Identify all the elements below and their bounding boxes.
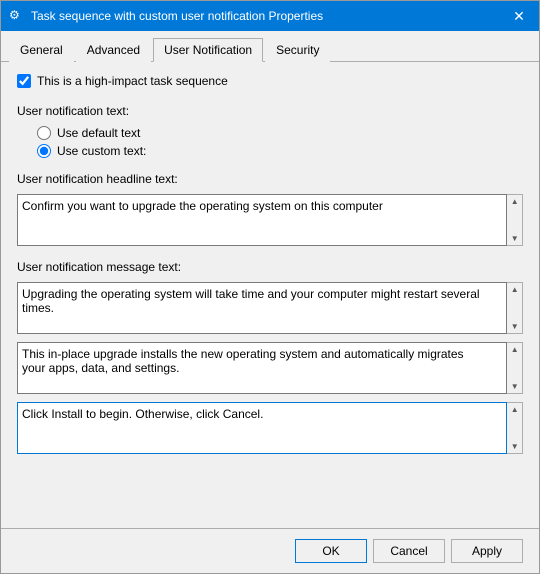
tab-general[interactable]: General <box>9 38 74 62</box>
message-scroll-down-2[interactable]: ▼ <box>511 382 519 391</box>
footer: OK Cancel Apply <box>1 528 539 573</box>
message-scrollbar-2[interactable]: ▲ ▼ <box>507 342 523 394</box>
radio-custom-text[interactable] <box>37 144 51 158</box>
message-scroll-up-2[interactable]: ▲ <box>511 345 519 354</box>
title-bar-text: Task sequence with custom user notificat… <box>31 9 323 23</box>
radio-custom-text-label: Use custom text: <box>57 144 146 158</box>
message-textarea-wrapper-3: ▲ ▼ <box>17 402 523 454</box>
title-bar: ⚙ Task sequence with custom user notific… <box>1 1 539 31</box>
radio-default-text[interactable] <box>37 126 51 140</box>
dialog: ⚙ Task sequence with custom user notific… <box>0 0 540 574</box>
title-bar-left: ⚙ Task sequence with custom user notific… <box>9 8 323 24</box>
message-textarea-2[interactable] <box>17 342 507 394</box>
message-scroll-up-3[interactable]: ▲ <box>511 405 519 414</box>
message-scroll-down-1[interactable]: ▼ <box>511 322 519 331</box>
message-textarea-wrapper-1: ▲ ▼ <box>17 282 523 334</box>
message-text-label: User notification message text: <box>17 260 523 274</box>
close-button[interactable]: ✕ <box>507 6 531 26</box>
radio-custom-text-row: Use custom text: <box>37 144 523 158</box>
headline-textarea[interactable] <box>17 194 507 246</box>
message-scrollbar-3[interactable]: ▲ ▼ <box>507 402 523 454</box>
high-impact-label: This is a high-impact task sequence <box>37 74 228 88</box>
radio-group: Use default text Use custom text: <box>17 126 523 158</box>
apply-button[interactable]: Apply <box>451 539 523 563</box>
content-area: This is a high-impact task sequence User… <box>1 62 539 528</box>
headline-textarea-wrapper: ▲ ▼ <box>17 194 523 246</box>
tab-user-notification[interactable]: User Notification <box>153 38 263 62</box>
cancel-button[interactable]: Cancel <box>373 539 445 563</box>
tab-security[interactable]: Security <box>265 38 330 62</box>
dialog-icon: ⚙ <box>9 8 25 24</box>
message-scrollbar-1[interactable]: ▲ ▼ <box>507 282 523 334</box>
message-textarea-3[interactable] <box>17 402 507 454</box>
headline-text-label: User notification headline text: <box>17 172 523 186</box>
high-impact-row: This is a high-impact task sequence <box>17 74 523 88</box>
headline-scrollbar[interactable]: ▲ ▼ <box>507 194 523 246</box>
headline-scroll-up[interactable]: ▲ <box>511 197 519 206</box>
tab-advanced[interactable]: Advanced <box>76 38 151 62</box>
high-impact-checkbox[interactable] <box>17 74 31 88</box>
radio-default-text-row: Use default text <box>37 126 523 140</box>
message-scroll-up-1[interactable]: ▲ <box>511 285 519 294</box>
radio-default-text-label: Use default text <box>57 126 140 140</box>
headline-scroll-down[interactable]: ▼ <box>511 234 519 243</box>
message-scroll-down-3[interactable]: ▼ <box>511 442 519 451</box>
notification-text-label: User notification text: <box>17 104 523 118</box>
message-textarea-wrapper-2: ▲ ▼ <box>17 342 523 394</box>
message-textarea-1[interactable] <box>17 282 507 334</box>
ok-button[interactable]: OK <box>295 539 367 563</box>
tab-bar: General Advanced User Notification Secur… <box>1 31 539 62</box>
